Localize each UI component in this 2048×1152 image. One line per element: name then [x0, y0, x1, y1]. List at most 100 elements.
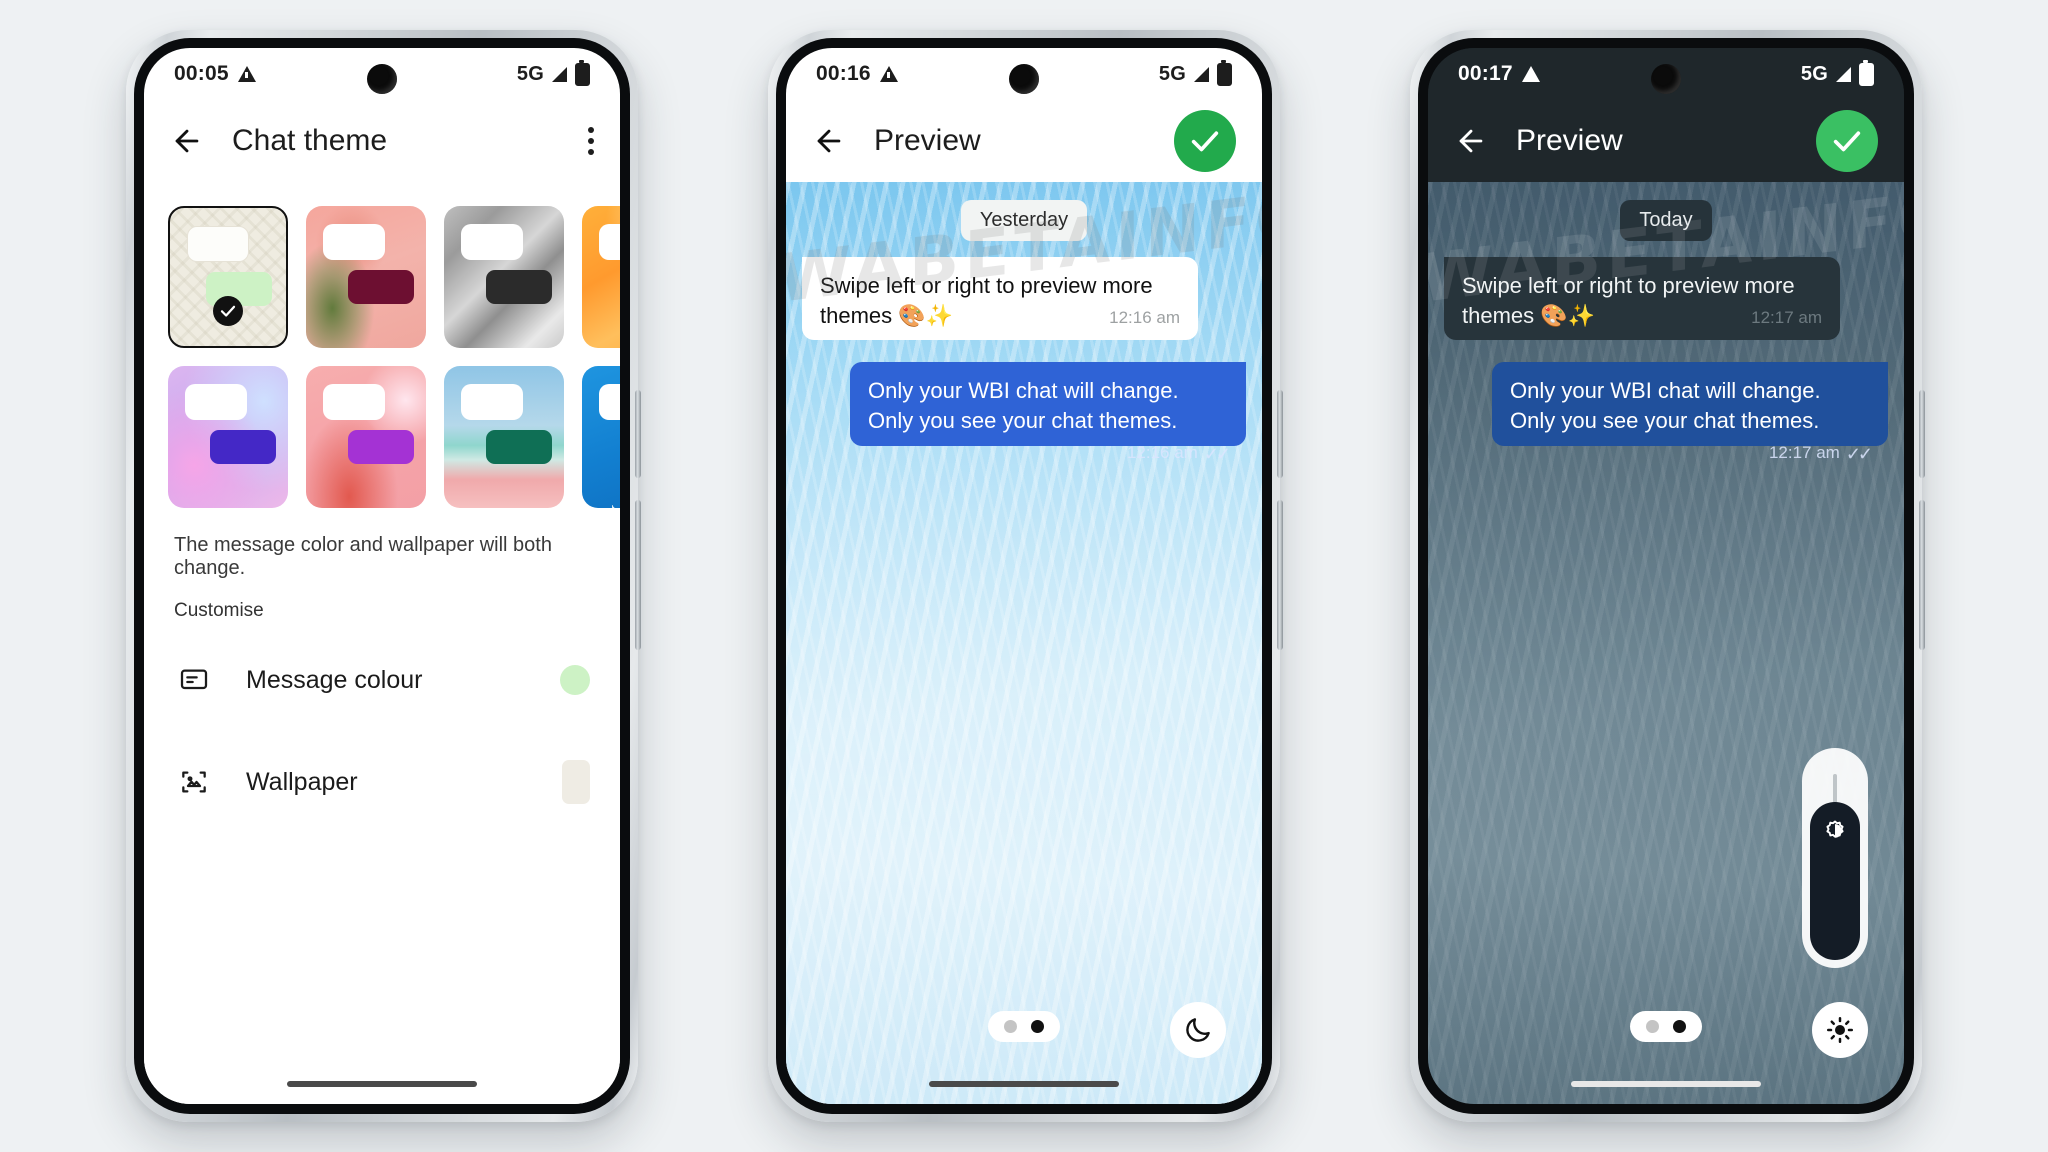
- theme-note: The message color and wallpaper will bot…: [174, 534, 552, 579]
- brightness-icon: [1826, 820, 1844, 838]
- theme-tile-orange-glow[interactable]: [582, 206, 620, 348]
- wallpaper-swatch[interactable]: [562, 760, 590, 804]
- power-button[interactable]: [635, 500, 641, 650]
- message-bubble-incoming[interactable]: Swipe left or right to preview more them…: [1444, 257, 1840, 341]
- status-time: 00:05: [174, 62, 229, 85]
- message-text: Only your WBI chat will change. Only you…: [868, 378, 1179, 434]
- theme-bubble-incoming: [461, 384, 523, 420]
- phone-preview-light: 00:16 5G Preview Yesterday Swipe left or…: [768, 30, 1283, 1122]
- theme-tile-blue-lines[interactable]: [582, 366, 620, 508]
- theme-tile-blossom[interactable]: [306, 366, 426, 508]
- dark-mode-toggle[interactable]: [1170, 1002, 1226, 1058]
- volume-button[interactable]: [1277, 390, 1283, 478]
- signal-bars-icon: [1194, 66, 1209, 82]
- power-button[interactable]: [1277, 500, 1283, 650]
- check-circle-icon: [213, 296, 243, 326]
- page-dot-active: [1031, 1020, 1044, 1033]
- theme-tile-lilac[interactable]: [168, 366, 288, 508]
- message-bubble-outgoing[interactable]: Only your WBI chat will change. Only you…: [850, 362, 1246, 464]
- volume-button[interactable]: [1919, 390, 1925, 478]
- message-bubble-incoming[interactable]: Swipe left or right to preview more them…: [802, 257, 1198, 341]
- theme-grid: [144, 182, 620, 508]
- nav-gesture-bar: [1428, 1064, 1904, 1104]
- confirm-button[interactable]: [1816, 110, 1878, 172]
- row-message-colour[interactable]: Message colour: [144, 636, 620, 724]
- phones-stage: 00:05 5G Chat theme The message color an…: [0, 0, 2048, 1152]
- message-time: 12:16 am: [1109, 307, 1180, 327]
- volume-button[interactable]: [635, 390, 641, 478]
- warning-triangle-icon: [237, 66, 256, 82]
- check-icon: [1833, 131, 1861, 152]
- theme-bubble-incoming: [185, 384, 247, 420]
- message-colour-icon: [174, 664, 214, 696]
- theme-bubble-incoming: [599, 384, 620, 420]
- day-divider: Yesterday: [960, 200, 1088, 241]
- camera-punch-hole: [1651, 64, 1681, 94]
- phone-screen: 00:16 5G Preview Yesterday Swipe left or…: [786, 48, 1262, 1104]
- message-list: Swipe left or right to preview more them…: [1428, 257, 1904, 464]
- brightness-thumb[interactable]: [1810, 802, 1860, 960]
- theme-bubble-outgoing: [486, 270, 552, 304]
- message-time: 12:17 am: [1751, 307, 1822, 327]
- theme-bubble-outgoing: [348, 430, 414, 464]
- nav-gesture-bar: [144, 1064, 620, 1104]
- read-receipt-icon: ✓✓: [1203, 443, 1231, 464]
- page-dot: [1004, 1020, 1017, 1033]
- phone-preview-dark: 00:17 5G Preview Today Swipe left or rig…: [1410, 30, 1925, 1122]
- back-arrow-icon[interactable]: [1454, 124, 1488, 158]
- theme-bubble-outgoing: [210, 430, 276, 464]
- check-icon: [1191, 131, 1219, 152]
- row-wallpaper[interactable]: Wallpaper: [144, 738, 620, 826]
- back-arrow-icon[interactable]: [812, 124, 846, 158]
- moon-icon: [1186, 1018, 1210, 1042]
- warning-triangle-icon: [879, 66, 898, 82]
- signal-bars-icon: [552, 66, 567, 82]
- back-arrow-icon[interactable]: [170, 124, 204, 158]
- message-bubble-outgoing[interactable]: Only your WBI chat will change. Only you…: [1492, 362, 1888, 464]
- page-indicator[interactable]: [988, 1011, 1060, 1042]
- theme-bubble-incoming: [599, 224, 620, 260]
- theme-bubble-outgoing: [348, 270, 414, 304]
- phone-screen: 00:05 5G Chat theme The message color an…: [144, 48, 620, 1104]
- page-dot: [1646, 1020, 1659, 1033]
- day-divider: Today: [1620, 200, 1712, 241]
- theme-tile-default[interactable]: [168, 206, 288, 348]
- nav-gesture-bar: [786, 1064, 1262, 1104]
- message-time: 12:16 am ✓✓: [1127, 442, 1231, 466]
- chat-theme-body: The message color and wallpaper will bot…: [144, 182, 620, 1104]
- theme-tile-beach[interactable]: [444, 366, 564, 508]
- message-text: Only your WBI chat will change. Only you…: [1510, 378, 1821, 434]
- theme-bubble-incoming: [323, 224, 385, 260]
- customise-section-label: Customise: [174, 600, 264, 621]
- battery-icon: [1217, 59, 1232, 86]
- power-button[interactable]: [1919, 500, 1925, 650]
- status-time: 00:17: [1458, 62, 1513, 85]
- camera-punch-hole: [1009, 64, 1039, 94]
- warning-triangle-icon: [1521, 66, 1540, 82]
- theme-tile-pink-tulip[interactable]: [306, 206, 426, 348]
- message-colour-swatch[interactable]: [560, 665, 590, 695]
- message-time: 12:17 am ✓✓: [1769, 442, 1873, 466]
- page-title: Chat theme: [232, 124, 388, 157]
- theme-bubble-incoming: [461, 224, 523, 260]
- battery-icon: [575, 59, 590, 86]
- light-mode-toggle[interactable]: [1812, 1002, 1868, 1058]
- chat-preview: WABETAINFO Yesterday Swipe left or right…: [786, 182, 1262, 1104]
- row-label: Message colour: [246, 665, 423, 694]
- page-indicator[interactable]: [1630, 1011, 1702, 1042]
- brightness-slider[interactable]: [1802, 748, 1868, 968]
- page-title: Preview: [874, 124, 981, 157]
- row-label: Wallpaper: [246, 767, 358, 796]
- read-receipt-icon: ✓✓: [1845, 443, 1873, 464]
- confirm-button[interactable]: [1174, 110, 1236, 172]
- theme-tile-silver[interactable]: [444, 206, 564, 348]
- phone-chat-theme: 00:05 5G Chat theme The message color an…: [126, 30, 641, 1122]
- app-bar: Preview: [1428, 100, 1904, 182]
- theme-bubble-incoming: [187, 226, 249, 262]
- status-time: 00:16: [816, 62, 871, 85]
- network-label: 5G: [1158, 62, 1186, 85]
- wallpaper-icon: [174, 766, 214, 798]
- overflow-menu-icon[interactable]: [588, 127, 594, 155]
- phone-screen: 00:17 5G Preview Today Swipe left or rig…: [1428, 48, 1904, 1104]
- message-text: Swipe left or right to preview more them…: [1462, 273, 1795, 328]
